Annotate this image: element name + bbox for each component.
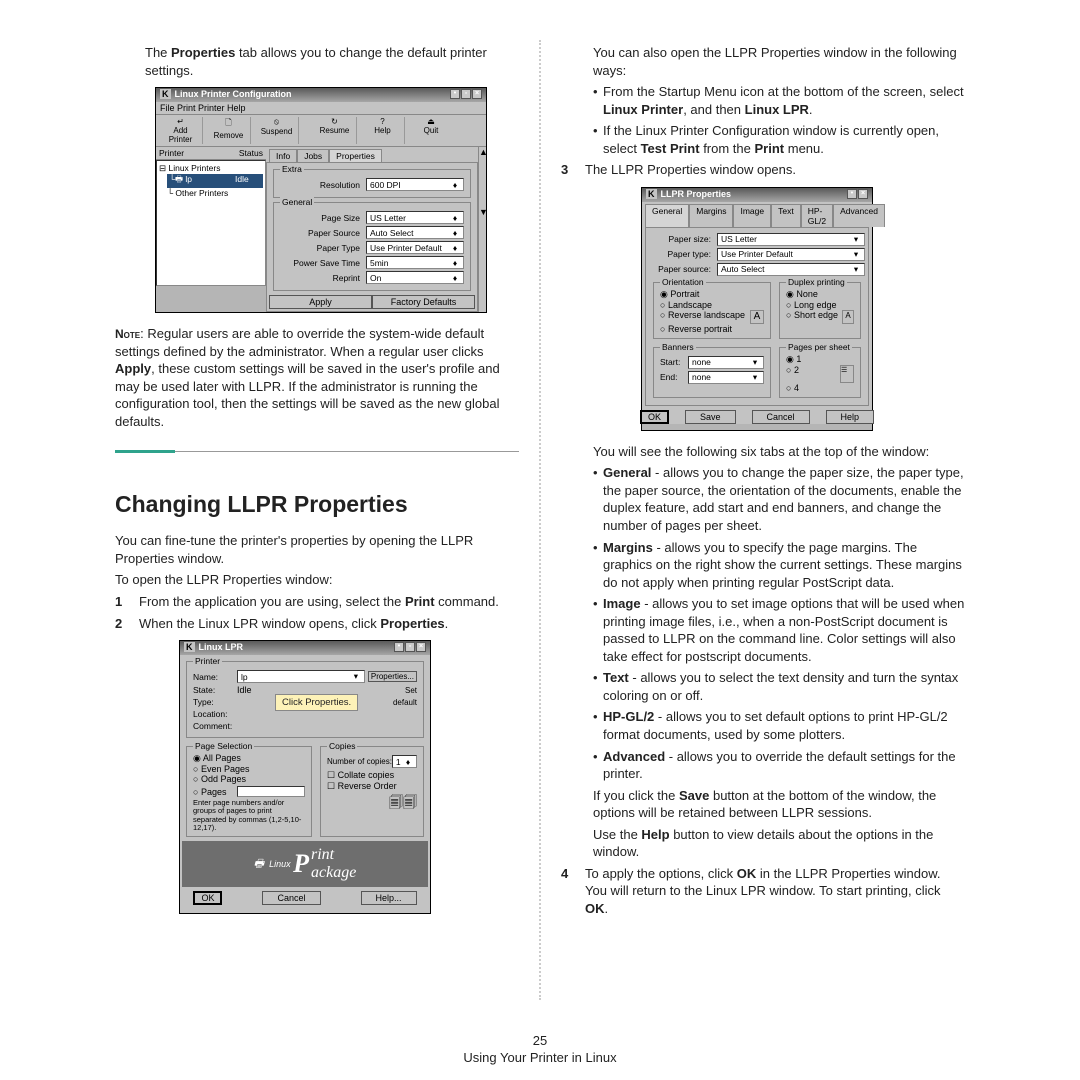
bullet-hpgl: •HP-GL/2 - allows you to set default opt… [561,708,965,743]
save-note: If you click the Save button at the bott… [561,787,965,822]
step-2: 2 When the Linux LPR window opens, click… [115,615,519,633]
callout-click-properties: Click Properties. [275,694,358,711]
step-4: 4 To apply the options, click OK in the … [561,865,965,918]
linux-printer-config-screenshot: KLinux Printer Configuration •▫× File Pr… [155,87,487,313]
section-heading: Changing LLPR Properties [115,491,519,518]
right-intro: You can also open the LLPR Properties wi… [561,44,965,79]
help-note: Use the Help button to view details abou… [561,826,965,861]
step-3: 3The LLPR Properties window opens. [561,161,965,179]
bullet-image: •Image - allows you to set image options… [561,595,965,665]
linux-lpr-screenshot: KLinux LPR •▫× Printer Name:lp▾Propertie… [175,640,435,914]
bullet-testprint: •If the Linux Printer Configuration wind… [561,122,965,157]
bullet-advanced: •Advanced - allows you to override the d… [561,748,965,783]
step-1: 1 From the application you are using, se… [115,593,519,611]
bullet-startup: •From the Startup Menu icon at the botto… [561,83,965,118]
intro-text: The Properties tab allows you to change … [115,44,519,79]
llpr-open: To open the LLPR Properties window: [115,571,519,589]
llpr-intro: You can fine-tune the printer's properti… [115,532,519,567]
bullet-text: •Text - allows you to select the text de… [561,669,965,704]
note-block: Note: Regular users are able to override… [115,325,519,430]
tabs-intro: You will see the following six tabs at t… [561,443,965,461]
llpr-properties-screenshot: KLLPR Properties •× General Margins Imag… [641,187,873,431]
column-divider [539,40,541,1000]
bullet-general: •General - allows you to change the pape… [561,464,965,534]
page-footer: 25 Using Your Printer in Linux [0,1033,1080,1065]
bullet-margins: •Margins - allows you to specify the pag… [561,539,965,592]
section-rule [115,450,519,453]
